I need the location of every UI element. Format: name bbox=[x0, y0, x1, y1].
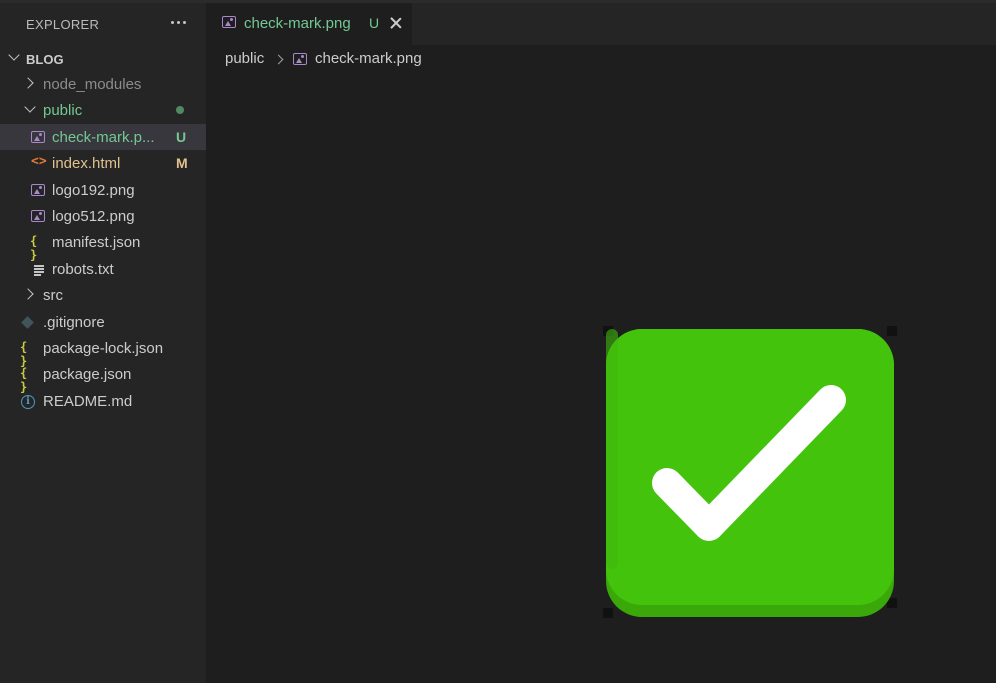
image-file-icon bbox=[31, 131, 45, 143]
breadcrumb-folder[interactable]: public bbox=[225, 50, 264, 67]
html-file-icon: <> bbox=[31, 154, 47, 169]
tree-item-manifest[interactable]: { } manifest.json bbox=[0, 229, 206, 262]
chevron-right-icon bbox=[22, 288, 34, 300]
tree-item-src[interactable]: src bbox=[0, 282, 206, 308]
text-file-icon bbox=[33, 262, 48, 276]
breadcrumb-file[interactable]: check-mark.png bbox=[315, 50, 422, 67]
tab-untracked-badge: U bbox=[369, 15, 380, 31]
json-file-icon: { } bbox=[30, 234, 38, 262]
tree-item-label: package.json bbox=[43, 366, 132, 383]
image-preview bbox=[603, 326, 897, 618]
tree-item-package[interactable]: { } package.json bbox=[0, 361, 206, 394]
tree-item-label: manifest.json bbox=[52, 234, 141, 251]
image-file-icon bbox=[222, 16, 236, 28]
chevron-down-icon bbox=[24, 101, 36, 113]
tree-item-public[interactable]: public bbox=[0, 97, 206, 123]
explorer-header: EXPLORER bbox=[0, 3, 206, 43]
modified-badge: M bbox=[176, 155, 188, 171]
ellipsis-icon[interactable] bbox=[169, 14, 189, 30]
tree-item-label: node_modules bbox=[43, 76, 142, 93]
tree-item-label: index.html bbox=[52, 155, 121, 172]
tree-item-logo192[interactable]: logo192.png bbox=[0, 177, 206, 203]
tree-item-check-mark[interactable]: check-mark.p... U bbox=[0, 124, 206, 150]
chevron-down-icon bbox=[8, 49, 20, 61]
json-file-icon: { } bbox=[20, 340, 28, 368]
untracked-badge: U bbox=[176, 129, 187, 145]
root-folder-label: BLOG bbox=[26, 52, 64, 67]
tree-item-label: logo512.png bbox=[52, 208, 135, 225]
tree-item-label: logo192.png bbox=[52, 182, 135, 199]
tree-item-logo512[interactable]: logo512.png bbox=[0, 203, 206, 229]
git-file-icon bbox=[21, 316, 34, 329]
breadcrumb: public check-mark.png bbox=[206, 45, 996, 71]
tree-item-label: robots.txt bbox=[52, 261, 114, 278]
tree-item-gitignore[interactable]: .gitignore bbox=[0, 309, 206, 335]
tree-item-label: check-mark.p... bbox=[52, 129, 155, 146]
close-icon[interactable] bbox=[389, 16, 403, 30]
tree-item-index-html[interactable]: <> index.html M bbox=[0, 150, 206, 176]
chevron-right-icon bbox=[273, 54, 284, 65]
image-file-icon bbox=[31, 210, 45, 222]
tree-item-label: src bbox=[43, 287, 63, 304]
tree-item-label: README.md bbox=[43, 393, 133, 410]
tree-item-label: package-lock.json bbox=[43, 340, 164, 357]
tree-item-label: .gitignore bbox=[43, 314, 105, 331]
editor-tab-bar: check-mark.png U bbox=[206, 3, 996, 45]
tree-root-blog[interactable]: BLOG bbox=[0, 45, 206, 71]
tree-item-readme[interactable]: i README.md bbox=[0, 388, 206, 414]
tree-item-label: public bbox=[43, 102, 83, 119]
tree-item-package-lock[interactable]: { } package-lock.json bbox=[0, 335, 206, 368]
json-file-icon: { } bbox=[20, 366, 28, 394]
explorer-title: EXPLORER bbox=[26, 17, 100, 32]
tab-check-mark[interactable]: check-mark.png U bbox=[206, 3, 412, 45]
image-file-icon bbox=[293, 53, 307, 65]
tree-item-node-modules[interactable]: node_modules bbox=[0, 71, 206, 97]
tab-label: check-mark.png bbox=[244, 15, 351, 32]
chevron-right-icon bbox=[22, 77, 34, 89]
info-icon: i bbox=[21, 395, 35, 409]
image-file-icon bbox=[31, 184, 45, 196]
untracked-dot-icon bbox=[176, 106, 184, 114]
explorer-sidebar: EXPLORER BLOG node_modules public check-… bbox=[0, 3, 206, 683]
tree-item-robots[interactable]: robots.txt bbox=[0, 256, 206, 282]
